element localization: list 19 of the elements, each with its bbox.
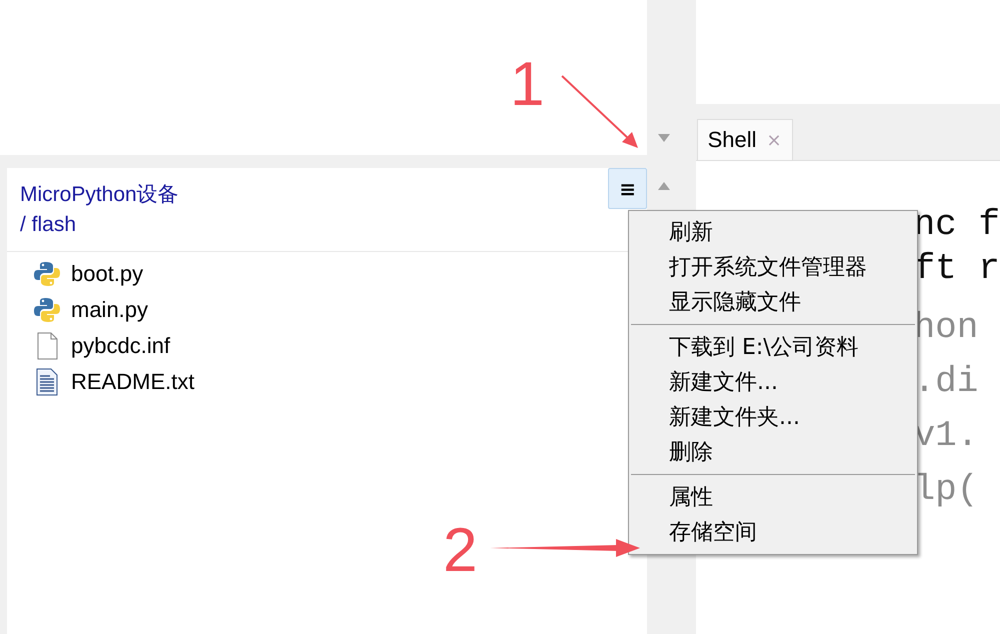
device-title[interactable]: MicroPython设备 bbox=[20, 180, 179, 210]
menu-item[interactable]: 删除 bbox=[629, 435, 917, 470]
tab-label: Shell bbox=[708, 127, 756, 153]
python-file-icon bbox=[33, 260, 61, 288]
file-name[interactable]: main.py bbox=[71, 297, 148, 323]
menu-item[interactable]: 存储空间 bbox=[629, 515, 917, 550]
file-name[interactable]: boot.py bbox=[71, 261, 144, 287]
annotation-number: 1 bbox=[510, 54, 544, 116]
scroll-down-icon[interactable] bbox=[657, 133, 672, 143]
file-name[interactable]: README.txt bbox=[71, 369, 194, 395]
folder-path[interactable]: / flash bbox=[20, 210, 179, 240]
menu-button[interactable]: ≡ bbox=[608, 168, 648, 209]
menu-item[interactable]: 属性 bbox=[629, 480, 917, 515]
menu-item[interactable]: 刷新 bbox=[629, 215, 917, 250]
shell-tab[interactable]: Shell × bbox=[696, 119, 793, 160]
file-name[interactable]: pybcdc.inf bbox=[71, 333, 170, 359]
scroll-up-icon[interactable] bbox=[657, 181, 672, 191]
python-file-icon bbox=[33, 296, 61, 324]
annotation-number: 2 bbox=[443, 520, 478, 582]
